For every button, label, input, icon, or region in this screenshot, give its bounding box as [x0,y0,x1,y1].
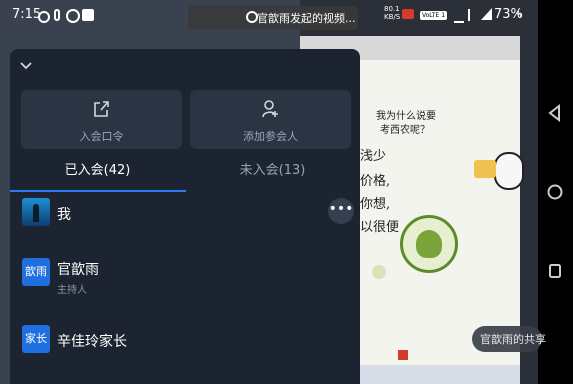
chevron-down-icon[interactable] [18,58,34,74]
slide-text-line: 你想, [360,197,391,212]
volte-badge: VoLTE 1 [420,11,448,20]
slide-text-line: 浅少 [360,149,387,164]
charging-icon: ϟ [516,10,523,21]
tab-joined[interactable]: 已入会(42) [10,158,185,192]
back-icon[interactable] [546,104,564,122]
avatar [22,198,50,226]
slide-title-line2: 考西农呢？ [380,125,430,136]
notification-text: 官歆雨发起的视频... [257,12,356,25]
panda-sticker-icon [494,152,524,190]
mute-icon [454,9,464,23]
sticker-icon [474,160,496,178]
add-participant-label: 添加参会人 [243,130,298,143]
slide-icon [398,350,408,360]
active-tab-indicator [10,190,186,192]
wheat-icon [416,230,442,258]
status-time: 7:15 [12,7,42,22]
participant-name: 我 [57,207,71,223]
participant-name: 辛佳玲家长 [57,334,127,350]
microphone-icon [54,9,60,21]
add-person-icon [262,100,278,118]
signal-icon [481,8,492,20]
slide-text-line: 价格, [360,174,391,189]
statue-icon [33,204,39,222]
record-icon [38,11,50,23]
cast-icon [402,9,414,19]
image-icon [82,9,94,21]
slide-title-line1: 我为什么说要 [376,111,436,122]
location-icon [66,9,80,23]
screen-share-label: 官歆雨的共享 [480,333,546,346]
recents-icon[interactable] [546,262,564,280]
net-speed: 80.1 KB/S [384,5,401,21]
slide-text-line: 以很便 [360,220,400,235]
avatar: 歆雨 [22,258,50,286]
home-icon[interactable] [546,183,564,201]
tab-not-joined[interactable]: 未入会(13) [185,158,360,192]
slide-dot [372,265,386,279]
meeting-password-label: 入会口令 [79,130,124,143]
avatar: 家长 [22,325,50,353]
participant-role: 主持人 [57,285,87,296]
more-options-button[interactable]: ••• [328,198,354,224]
share-out-icon [94,101,109,117]
alarm-icon [468,9,480,21]
participant-name: 官歆雨 [57,262,99,278]
